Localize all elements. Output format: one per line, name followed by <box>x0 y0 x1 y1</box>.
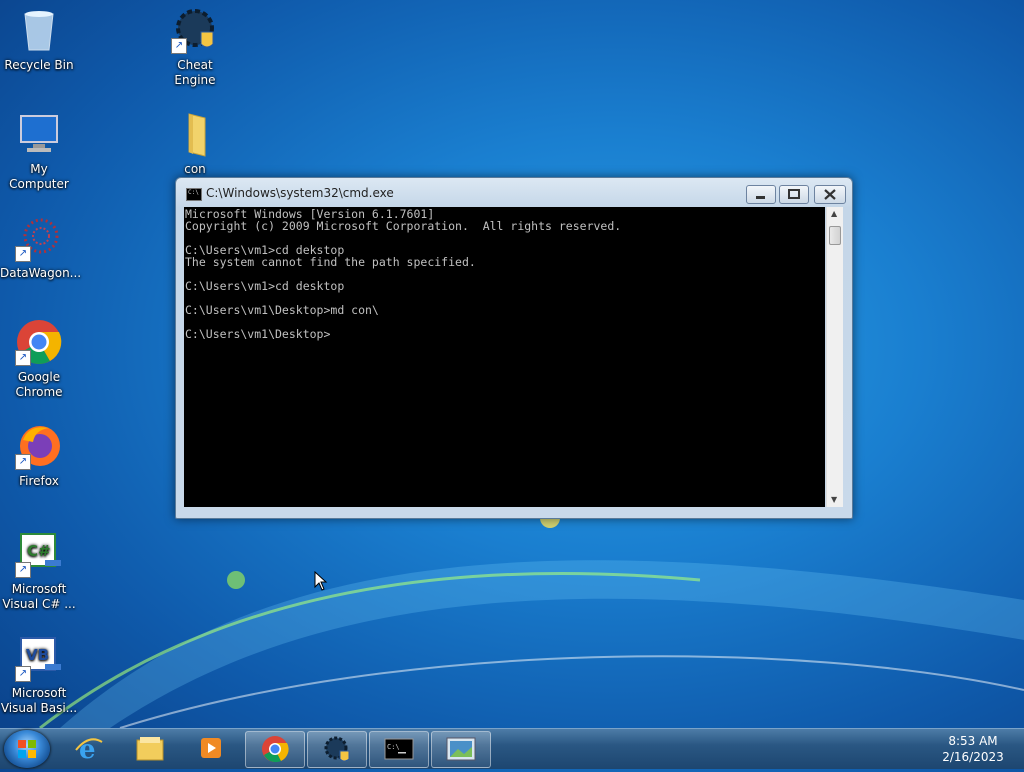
taskbar-cmd[interactable]: C:\ <box>369 731 429 768</box>
windows-logo-icon <box>18 740 36 758</box>
svg-text:C#: C# <box>27 542 51 560</box>
minimize-icon <box>756 196 765 199</box>
taskbar-media-player[interactable] <box>182 731 240 766</box>
desktop-icon-label: DataWagon... <box>0 266 82 280</box>
shortcut-arrow-icon: ↗ <box>15 562 31 578</box>
taskbar-chrome[interactable] <box>245 731 305 768</box>
shortcut-arrow-icon: ↗ <box>15 246 31 262</box>
svg-text:C:\: C:\ <box>387 743 400 751</box>
scroll-up-icon[interactable]: ▲ <box>831 209 837 218</box>
minimize-button[interactable] <box>746 185 776 204</box>
firefox-icon: ↗ <box>15 422 63 470</box>
cmd-window[interactable]: C:\ C:\Windows\system32\cmd.exe Microsof… <box>175 177 853 519</box>
console-output[interactable]: Microsoft Windows [Version 6.1.7601] Cop… <box>184 207 825 507</box>
desktop-icon-label: Microsoft Visual C# ... <box>2 582 76 611</box>
desktop-icon-label: Cheat Engine <box>174 58 216 87</box>
maximize-button[interactable] <box>779 185 809 204</box>
cheat-engine-icon <box>324 736 350 762</box>
chrome-icon: ↗ <box>15 318 63 366</box>
folder-icon <box>171 110 219 158</box>
desktop-icon-label: Microsoft Visual Basi... <box>0 686 78 715</box>
desktop-icon-firefox[interactable]: ↗ Firefox <box>0 422 78 489</box>
internet-explorer-icon: e <box>75 735 103 762</box>
clock-time: 8:53 AM <box>948 734 998 748</box>
datawagon-icon: ↗ <box>15 214 63 262</box>
visual-csharp-icon: C# ↗ <box>15 530 63 578</box>
desktop-icon-label: Firefox <box>19 474 59 488</box>
desktop-icon-visual-csharp[interactable]: C# ↗ Microsoft Visual C# ... <box>0 530 78 612</box>
desktop-icon-label: My Computer <box>9 162 69 191</box>
maximize-icon <box>788 189 800 199</box>
taskbar-cheat-engine[interactable] <box>307 731 367 768</box>
windows-explorer-icon <box>136 737 164 761</box>
image-viewer-icon <box>446 737 476 761</box>
desktop-icon-recycle-bin[interactable]: Recycle Bin <box>0 6 78 73</box>
shortcut-arrow-icon: ↗ <box>15 350 31 366</box>
console-text: Microsoft Windows [Version 6.1.7601] Cop… <box>185 207 622 341</box>
taskbar-internet-explorer[interactable]: e <box>60 731 118 766</box>
shortcut-arrow-icon: ↗ <box>171 38 187 54</box>
desktop-icon-datawagon[interactable]: ↗ DataWagon... <box>0 214 82 281</box>
scroll-thumb[interactable] <box>829 226 841 245</box>
cheat-engine-icon: ↗ <box>171 6 219 54</box>
cmd-icon: C:\ <box>186 188 202 201</box>
close-icon <box>824 189 836 200</box>
window-title: C:\Windows\system32\cmd.exe <box>206 186 394 200</box>
desktop-icon-my-computer[interactable]: My Computer <box>0 110 78 192</box>
system-clock[interactable]: 8:53 AM 2/16/2023 <box>930 733 1016 765</box>
clock-date: 2/16/2023 <box>942 750 1004 764</box>
cmd-titlebar[interactable]: C:\ C:\Windows\system32\cmd.exe <box>176 178 852 208</box>
desktop-icon-label: Google Chrome <box>15 370 63 399</box>
media-player-icon <box>201 738 221 758</box>
desktop-icon-visual-basic[interactable]: VB ↗ Microsoft Visual Basi... <box>0 634 78 716</box>
computer-icon <box>15 110 63 158</box>
taskbar: e C:\ 8:53 AM 2/16/2023 <box>0 728 1024 769</box>
desktop-icon-con-folder[interactable]: con <box>156 110 234 177</box>
visual-basic-icon: VB ↗ <box>15 634 63 682</box>
desktop-icon-label: con <box>184 162 206 176</box>
taskbar-image-viewer[interactable] <box>431 731 491 768</box>
desktop-icon-label: Recycle Bin <box>4 58 74 72</box>
close-button[interactable] <box>814 185 846 204</box>
cmd-icon: C:\ <box>384 738 414 760</box>
desktop[interactable]: Recycle Bin ↗ Cheat Engine My Computer c… <box>0 0 1024 728</box>
svg-text:VB: VB <box>26 646 49 664</box>
chrome-icon <box>262 736 289 763</box>
mouse-cursor-icon <box>314 571 328 591</box>
shortcut-arrow-icon: ↗ <box>15 454 31 470</box>
vertical-scrollbar[interactable]: ▲ ▼ <box>826 207 843 507</box>
desktop-icon-google-chrome[interactable]: ↗ Google Chrome <box>0 318 78 400</box>
taskbar-windows-explorer[interactable] <box>121 731 179 766</box>
start-button[interactable] <box>4 730 50 768</box>
desktop-icon-cheat-engine[interactable]: ↗ Cheat Engine <box>156 6 234 88</box>
scroll-down-icon[interactable]: ▼ <box>831 495 837 504</box>
shortcut-arrow-icon: ↗ <box>15 666 31 682</box>
recycle-bin-icon <box>15 6 63 54</box>
